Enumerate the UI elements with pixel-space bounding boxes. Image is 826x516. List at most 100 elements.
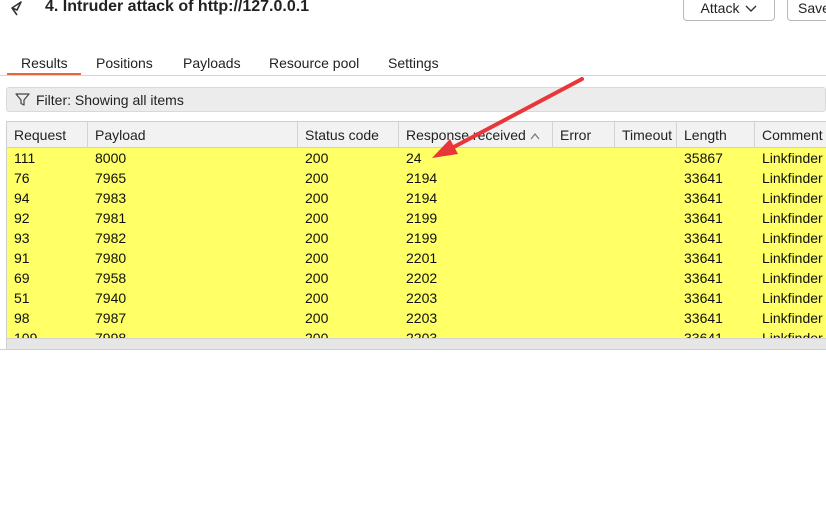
column-header-label: Error xyxy=(560,127,592,143)
filter-bar[interactable]: Filter: Showing all items xyxy=(6,87,826,112)
column-header-timeout[interactable]: Timeout xyxy=(615,122,677,148)
cell-error xyxy=(553,208,560,228)
filter-text: Filter: Showing all items xyxy=(36,91,184,108)
column-header-error[interactable]: Error xyxy=(553,122,615,148)
active-tab-indicator xyxy=(7,73,81,75)
tab-results[interactable]: Results xyxy=(21,55,68,71)
table-row[interactable]: 98 7987 200 2203 33641 Linkfinder xyxy=(7,308,826,328)
funnel-icon xyxy=(15,93,30,106)
column-header-length[interactable]: Length xyxy=(677,122,755,148)
table-row[interactable]: 69 7958 200 2202 33641 Linkfinder xyxy=(7,268,826,288)
cell-comment: Linkfinder xyxy=(762,250,823,266)
column-header-request[interactable]: Request xyxy=(7,122,88,148)
cell-request: 94 xyxy=(14,190,30,206)
cell-length: 35867 xyxy=(684,150,723,166)
table-row[interactable]: 94 7983 200 2194 33641 Linkfinder xyxy=(7,188,826,208)
cell-status-code: 200 xyxy=(305,250,329,266)
cell-error xyxy=(553,188,560,208)
save-button-label: Save xyxy=(798,0,826,16)
tab-resource-pool[interactable]: Resource pool xyxy=(269,55,359,71)
table-row[interactable]: 91 7980 200 2201 33641 Linkfinder xyxy=(7,248,826,268)
attack-button-label: Attack xyxy=(700,0,740,16)
attack-button[interactable]: Attack xyxy=(683,0,775,21)
cell-comment: Linkfinder xyxy=(762,150,823,166)
cell-comment: Linkfinder xyxy=(762,290,823,306)
cell-timeout xyxy=(615,148,622,168)
cell-error xyxy=(553,148,560,168)
tab-payloads[interactable]: Payloads xyxy=(183,55,241,71)
cell-request: 92 xyxy=(14,210,30,226)
cell-status-code: 200 xyxy=(305,170,329,186)
cell-length: 33641 xyxy=(684,290,723,306)
table-row[interactable]: 76 7965 200 2194 33641 Linkfinder xyxy=(7,168,826,188)
cell-status-code: 200 xyxy=(305,310,329,326)
cell-request: 69 xyxy=(14,270,30,286)
cell-payload: 7983 xyxy=(95,190,127,206)
column-header-label: Timeout xyxy=(622,127,673,143)
cell-error xyxy=(553,288,560,308)
cell-length: 33641 xyxy=(684,210,723,226)
column-header-payload[interactable]: Payload xyxy=(88,122,298,148)
column-header-label: Comment xyxy=(762,127,823,143)
cell-status-code: 200 xyxy=(305,270,329,286)
column-header-status-code[interactable]: Status code xyxy=(298,122,399,148)
cell-payload: 7965 xyxy=(95,170,127,186)
cell-response-received: 2199 xyxy=(406,210,438,226)
cell-status-code: 200 xyxy=(305,210,329,226)
cell-timeout xyxy=(615,228,622,248)
results-table: Request Payload Status code Response rec… xyxy=(6,121,826,349)
cell-payload: 7940 xyxy=(95,290,127,306)
cell-error xyxy=(553,248,560,268)
cell-timeout xyxy=(615,208,622,228)
cell-request: 76 xyxy=(14,170,30,186)
cell-payload: 7958 xyxy=(95,270,127,286)
cell-error xyxy=(553,168,560,188)
cell-request: 51 xyxy=(14,290,30,306)
cell-comment: Linkfinder xyxy=(762,170,823,186)
cell-payload: 8000 xyxy=(95,150,127,166)
cell-response-received: 2203 xyxy=(406,310,438,326)
chevron-down-icon xyxy=(745,5,757,12)
cell-length: 33641 xyxy=(684,170,723,186)
cell-timeout xyxy=(615,188,622,208)
column-header-comment[interactable]: Comment xyxy=(755,122,826,148)
title-bar: 4. Intruder attack of http://127.0.0.1 A… xyxy=(0,0,826,24)
cell-timeout xyxy=(615,248,622,268)
cell-timeout xyxy=(615,308,622,328)
table-row[interactable]: 93 7982 200 2199 33641 Linkfinder xyxy=(7,228,826,248)
column-header-response-received[interactable]: Response received xyxy=(399,122,553,148)
cell-comment: Linkfinder xyxy=(762,270,823,286)
cell-comment: Linkfinder xyxy=(762,190,823,206)
table-row[interactable]: 51 7940 200 2203 33641 Linkfinder xyxy=(7,288,826,308)
cell-timeout xyxy=(615,168,622,188)
cell-request: 111 xyxy=(14,150,36,166)
cell-length: 33641 xyxy=(684,230,723,246)
cell-response-received: 2199 xyxy=(406,230,438,246)
cell-error xyxy=(553,268,560,288)
table-row[interactable]: 92 7981 200 2199 33641 Linkfinder xyxy=(7,208,826,228)
cell-timeout xyxy=(615,268,622,288)
cell-request: 93 xyxy=(14,230,30,246)
window-title: 4. Intruder attack of http://127.0.0.1 xyxy=(45,0,310,15)
cell-status-code: 200 xyxy=(305,290,329,306)
save-button[interactable]: Save xyxy=(787,0,826,21)
cell-status-code: 200 xyxy=(305,150,329,166)
cell-length: 33641 xyxy=(684,270,723,286)
column-header-label: Response received xyxy=(406,127,526,143)
cell-request: 98 xyxy=(14,310,30,326)
table-row[interactable]: 111 8000 200 24 35867 Linkfinder xyxy=(7,148,826,168)
tab-positions[interactable]: Positions xyxy=(96,55,153,71)
cell-payload: 7982 xyxy=(95,230,127,246)
cell-status-code: 200 xyxy=(305,190,329,206)
cell-length: 33641 xyxy=(684,190,723,206)
horizontal-scrollbar[interactable] xyxy=(7,338,826,349)
column-header-label: Request xyxy=(14,127,67,143)
tab-settings[interactable]: Settings xyxy=(388,55,439,71)
column-header-label: Length xyxy=(684,127,727,143)
table-body: 111 8000 200 24 35867 Linkfinder 76 7965 200 2194… xyxy=(7,148,826,346)
cell-payload: 7987 xyxy=(95,310,127,326)
cell-error xyxy=(553,308,560,328)
cell-status-code: 200 xyxy=(305,230,329,246)
back-arrow-icon[interactable] xyxy=(8,0,24,16)
sort-ascending-icon xyxy=(530,133,540,140)
